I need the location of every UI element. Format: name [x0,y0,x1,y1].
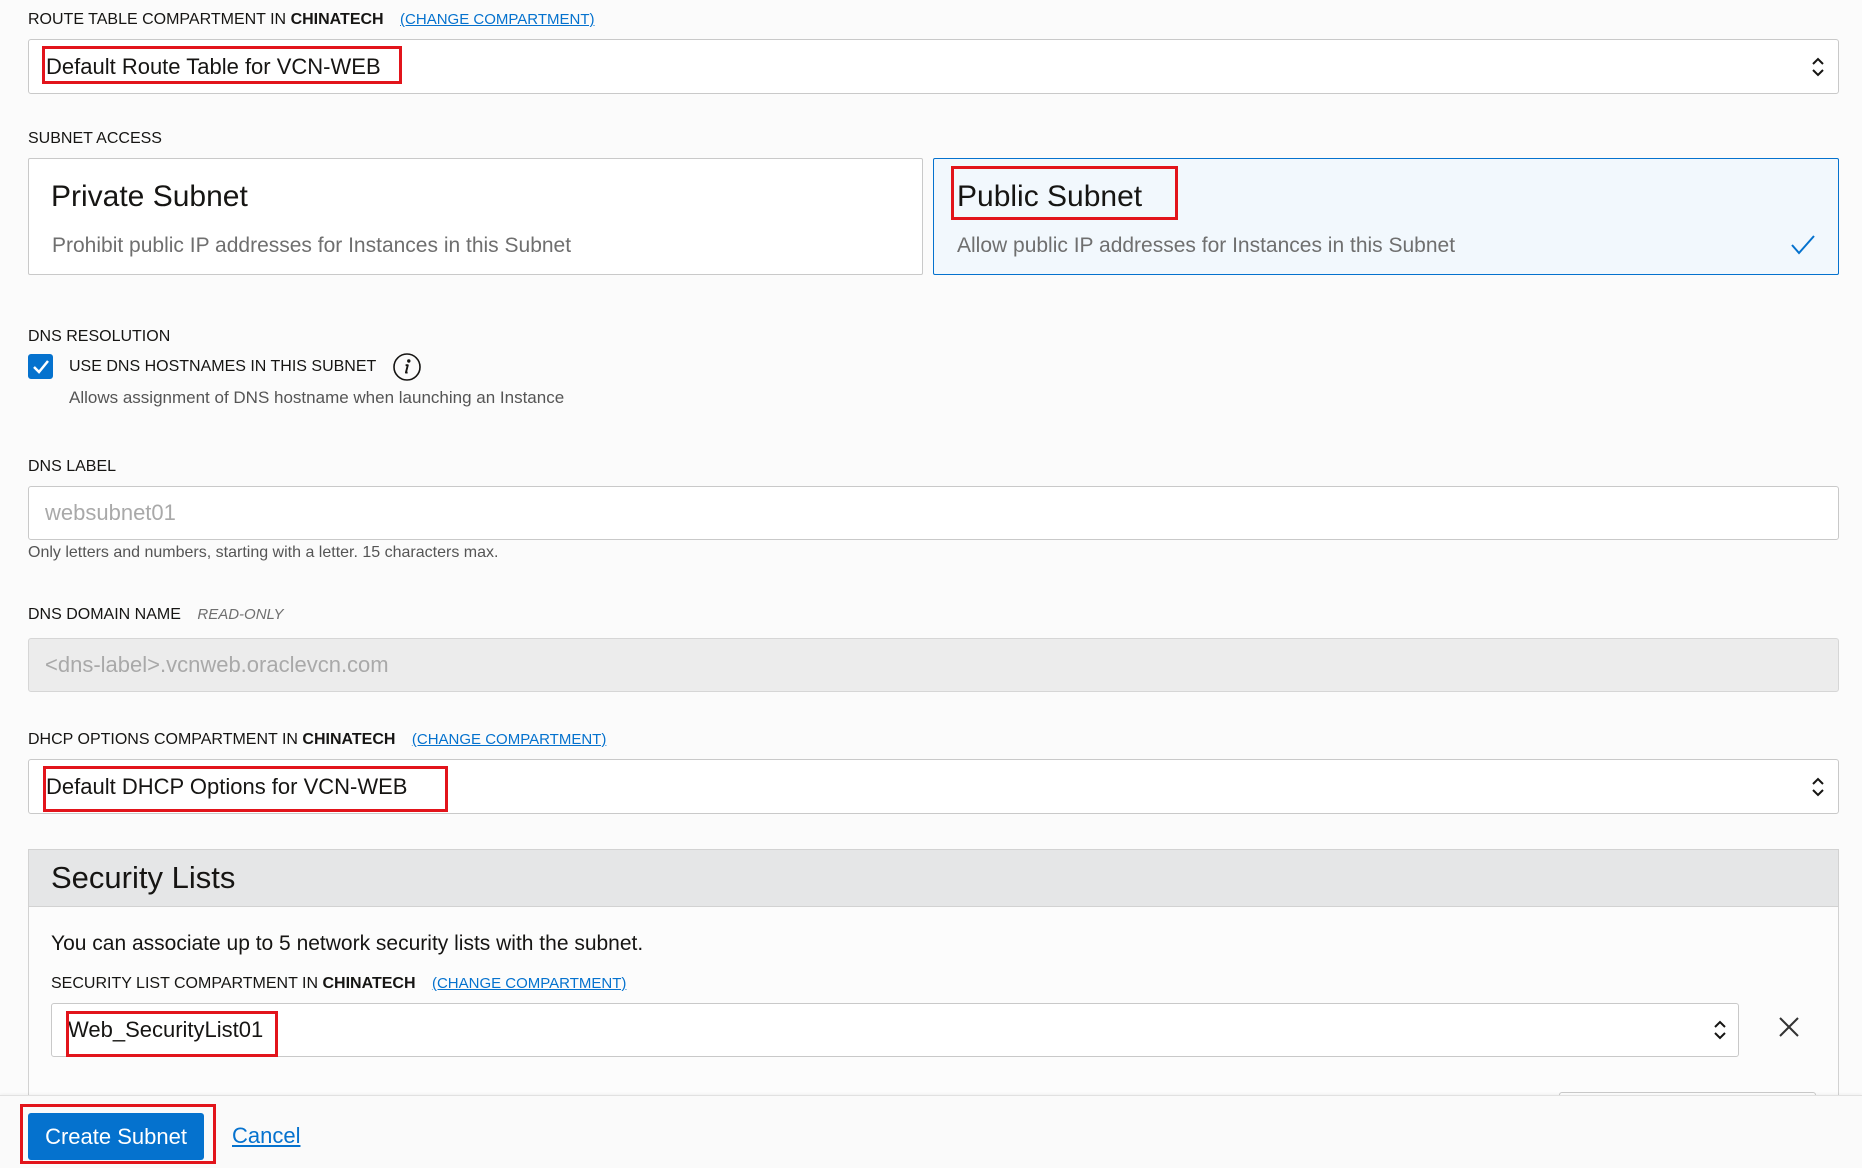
dhcp-options-select[interactable]: Default DHCP Options for VCN-WEB [28,759,1839,814]
public-subnet-title: Public Subnet [957,180,1143,213]
route-table-compartment-label: ROUTE TABLE COMPARTMENT IN CHINATECH (CH… [28,10,595,30]
security-list-change-compartment-link[interactable]: (CHANGE COMPARTMENT) [432,975,626,992]
route-table-change-compartment-link[interactable]: (CHANGE COMPARTMENT) [400,11,594,28]
dns-hostnames-help: Allows assignment of DNS hostname when l… [69,388,565,407]
dhcp-options-compartment-label: DHCP OPTIONS COMPARTMENT IN CHINATECH (C… [28,730,606,750]
dhcp-compartment-name: CHINATECH [302,731,396,748]
route-table-select-value: Default Route Table for VCN-WEB [46,54,381,79]
route-table-compartment-name: CHINATECH [290,11,384,28]
dns-domain-name-label: DNS DOMAIN NAME READ-ONLY [28,605,284,625]
security-list-compartment-name: CHINATECH [322,975,416,992]
dhcp-label-prefix: DHCP OPTIONS COMPARTMENT IN [28,731,298,748]
dns-label-label: DNS LABEL [28,458,117,475]
public-subnet-option[interactable]: Public Subnet Allow public IP addresses … [933,158,1839,275]
form-footer: Create Subnet Cancel [0,1095,1862,1168]
dns-label-help: Only letters and numbers, starting with … [28,544,499,561]
dns-resolution-label: DNS RESOLUTION [28,328,171,345]
security-list-label-prefix: SECURITY LIST COMPARTMENT IN [51,975,319,992]
create-subnet-button[interactable]: Create Subnet [28,1113,204,1160]
use-dns-hostnames-checkbox[interactable] [28,354,53,379]
security-lists-title: Security Lists [51,860,236,895]
use-dns-hostnames-label[interactable]: USE DNS HOSTNAMES IN THIS SUBNET [69,357,376,377]
check-icon [33,360,49,374]
security-list-select[interactable]: Web_SecurityList01 [51,1003,1739,1057]
close-icon[interactable] [1778,1016,1800,1038]
chevron-up-down-icon [1812,777,1824,797]
private-subnet-title: Private Subnet [51,180,248,213]
read-only-badge: READ-ONLY [197,606,284,623]
chevron-up-down-icon [1714,1020,1726,1040]
dns-label-input[interactable] [28,486,1839,540]
security-lists-header: Security Lists [29,850,1838,907]
security-list-select-value: Web_SecurityList01 [68,1017,264,1042]
dns-domain-name-field [28,638,1839,692]
dns-domain-name-text: DNS DOMAIN NAME [28,606,181,623]
checkmark-icon [1791,235,1815,255]
dhcp-change-compartment-link[interactable]: (CHANGE COMPARTMENT) [412,731,606,748]
cancel-link[interactable]: Cancel [232,1122,300,1150]
security-lists-description: You can associate up to 5 network securi… [51,932,644,955]
dhcp-options-select-value: Default DHCP Options for VCN-WEB [46,774,408,799]
private-subnet-option[interactable]: Private Subnet Prohibit public IP addres… [28,158,923,275]
security-list-compartment-label: SECURITY LIST COMPARTMENT IN CHINATECH (… [51,974,626,994]
public-subnet-description: Allow public IP addresses for Instances … [957,234,1456,257]
chevron-up-down-icon [1812,57,1824,77]
route-table-label-prefix: ROUTE TABLE COMPARTMENT IN [28,11,287,28]
subnet-access-label: SUBNET ACCESS [28,130,162,147]
private-subnet-description: Prohibit public IP addresses for Instanc… [52,234,572,257]
route-table-select[interactable]: Default Route Table for VCN-WEB [28,39,1839,94]
info-icon[interactable] [392,352,422,382]
